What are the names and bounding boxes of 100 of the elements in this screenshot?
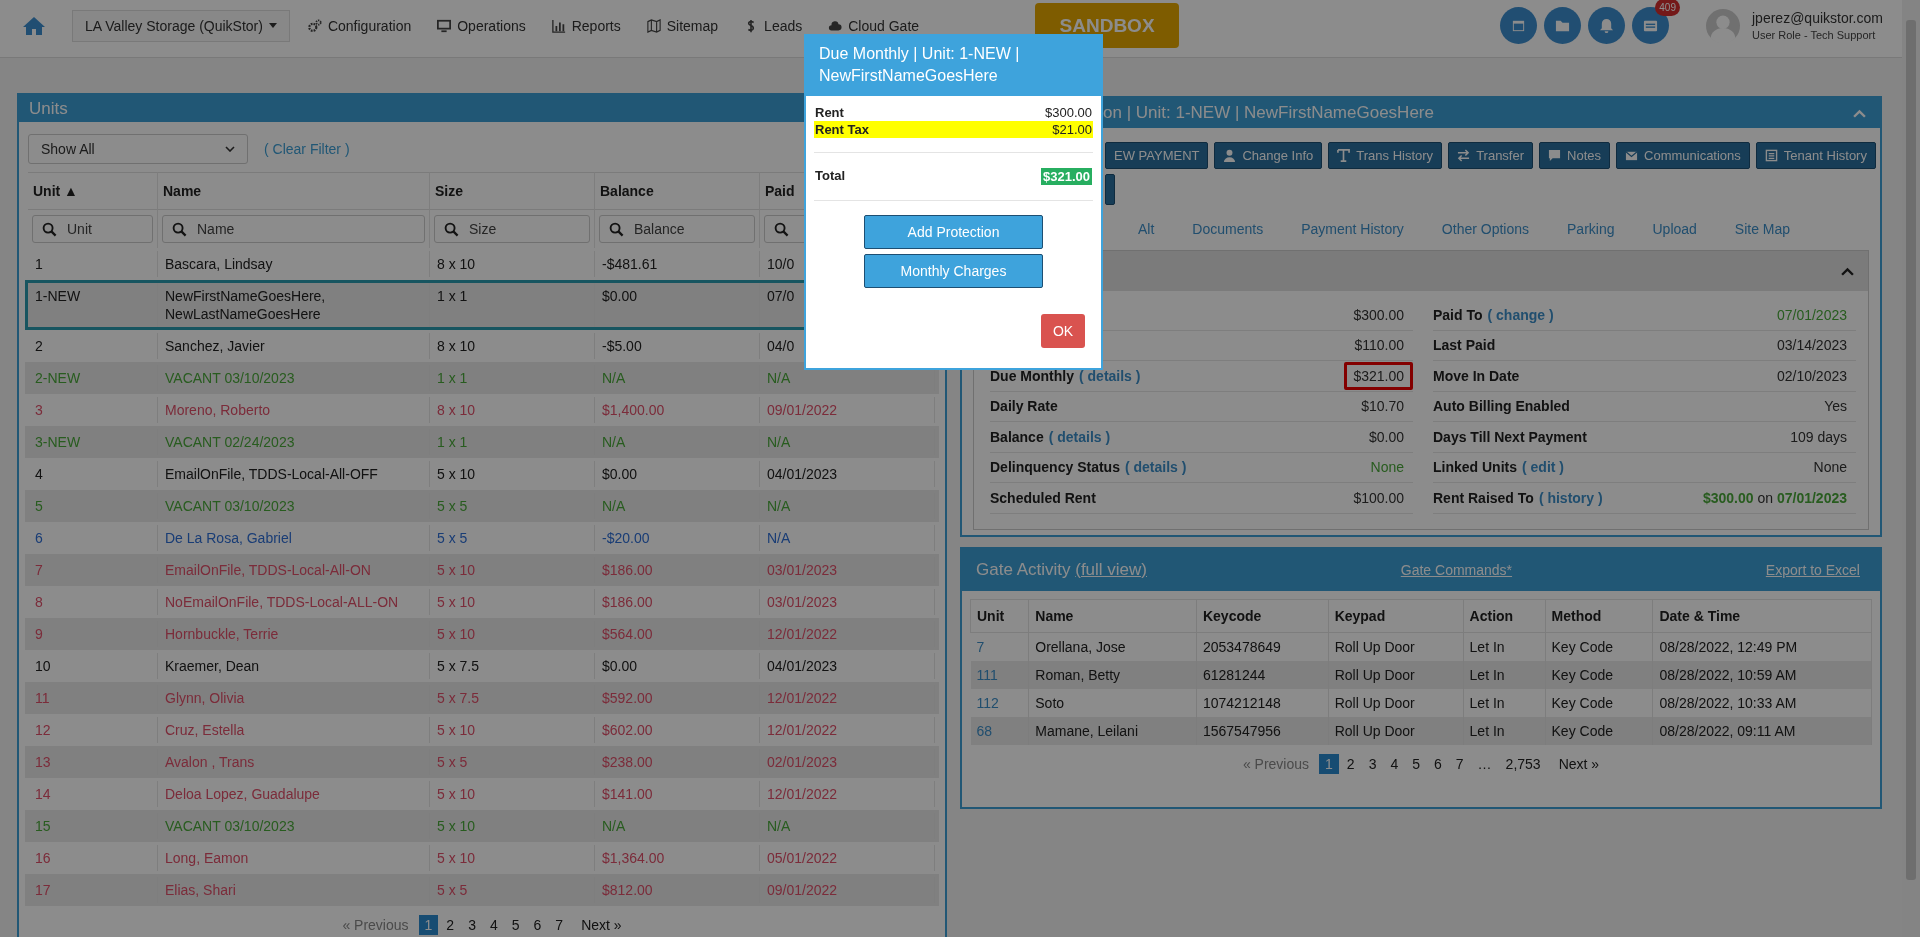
- column-search-field[interactable]: Name: [162, 215, 425, 243]
- action-button[interactable]: EW PAYMENT: [1105, 142, 1209, 169]
- column-search-field[interactable]: Size: [434, 215, 590, 243]
- tab[interactable]: Upload: [1652, 215, 1697, 245]
- unit-link[interactable]: 111: [970, 661, 1029, 689]
- table-cell: Sanchez, Javier: [158, 333, 430, 359]
- gate-commands-link[interactable]: Gate Commands*: [1400, 562, 1513, 578]
- action-button[interactable]: Transfer: [1448, 142, 1534, 169]
- column-search-field[interactable]: Unit: [32, 215, 153, 243]
- unit-row[interactable]: 4 EmailOnFile, TDDS-Local-All-OFF 5 x 10 $0.00 04/01/2023: [25, 458, 939, 490]
- dialog-title: Due Monthly | Unit: 1-NEW | NewFirstNameGoesHere: [806, 36, 1101, 96]
- calendar-button[interactable]: [1500, 7, 1537, 44]
- tab[interactable]: Documents: [1192, 215, 1264, 245]
- dialog-button[interactable]: Monthly Charges: [864, 254, 1043, 288]
- page-link[interactable]: 2: [440, 915, 461, 935]
- column-header[interactable]: Unit ▲: [28, 172, 158, 210]
- page-link[interactable]: 7: [549, 915, 570, 935]
- unit-row[interactable]: 14 Deloa Lopez, Guadalupe 5 x 10 $141.00 12/01/2022: [25, 778, 939, 810]
- tab[interactable]: Alt: [1138, 215, 1155, 245]
- dialog-button[interactable]: Add Protection: [864, 215, 1043, 249]
- ok-button[interactable]: OK: [1041, 314, 1085, 348]
- field-label: Scheduled Rent: [990, 489, 1096, 506]
- details-link[interactable]: ( history ): [1538, 489, 1603, 506]
- user-icon: [1223, 149, 1237, 162]
- unit-row[interactable]: 17 Elias, Shari 5 x 5 $812.00 09/01/2022: [25, 874, 939, 906]
- page-link[interactable]: 5: [505, 915, 526, 935]
- page-link[interactable]: 1: [418, 915, 439, 935]
- unit-row[interactable]: 12 Cruz, Estella 5 x 10 $602.00 12/01/2022: [25, 714, 939, 746]
- table-cell: 10: [28, 653, 158, 679]
- home-icon[interactable]: [22, 15, 46, 36]
- unit-row[interactable]: 9 Hornbuckle, Terrie 5 x 10 $564.00 12/01/2022: [25, 618, 939, 650]
- page-link[interactable]: 1: [1319, 754, 1339, 774]
- unit-row[interactable]: 10 Kraemer, Dean 5 x 7.5 $0.00 04/01/2023: [25, 650, 939, 682]
- page-link[interactable]: 6: [527, 915, 548, 935]
- action-button[interactable]: Tenant History: [1755, 142, 1876, 169]
- next-page-link[interactable]: Next »: [581, 917, 622, 933]
- page-link[interactable]: 3: [462, 915, 482, 935]
- nav-menu-item[interactable]: Configuration: [307, 17, 412, 34]
- unit-row[interactable]: 3-NEW VACANT 02/24/2023 1 x 1 N/A N/A: [25, 426, 939, 458]
- location-dropdown[interactable]: LA Valley Storage (QuikStor): [72, 9, 290, 42]
- unit-row[interactable]: 2-NEW VACANT 03/10/2023 1 x 1 N/A N/A: [25, 362, 939, 394]
- tab[interactable]: Other Options: [1441, 215, 1529, 245]
- table-cell: Let In: [1463, 661, 1546, 689]
- tab[interactable]: Payment History: [1301, 215, 1404, 245]
- page-link[interactable]: 7: [1449, 754, 1470, 774]
- next-page-link[interactable]: Next »: [1558, 756, 1600, 772]
- table-cell: 61281244: [1196, 661, 1329, 689]
- tab[interactable]: Parking: [1567, 215, 1615, 245]
- page-link[interactable]: 2,753: [1499, 754, 1547, 774]
- table-cell: 04/01/2023: [760, 653, 935, 679]
- page-link[interactable]: 2: [1340, 754, 1361, 774]
- details-link[interactable]: ( details ): [1124, 459, 1187, 476]
- page-link[interactable]: 3: [1362, 754, 1383, 774]
- table-cell: 5 x 5: [430, 877, 595, 903]
- avatar-icon[interactable]: [1706, 8, 1740, 43]
- unit-link[interactable]: 68: [970, 717, 1029, 745]
- unit-row[interactable]: 15 VACANT 03/10/2023 5 x 10 N/A N/A: [25, 810, 939, 842]
- details-link[interactable]: ( details ): [1079, 367, 1141, 384]
- nav-menu-item[interactable]: Reports: [551, 17, 621, 34]
- column-header[interactable]: Name: [158, 172, 430, 210]
- unit-row[interactable]: 13 Avalon , Trans 5 x 5 $238.00 02/01/2023: [25, 746, 939, 778]
- folder-button[interactable]: [1544, 7, 1581, 44]
- details-link[interactable]: ( details ): [1048, 428, 1111, 445]
- page-link[interactable]: 4: [483, 915, 504, 935]
- unit-row[interactable]: 7 EmailOnFile, TDDS-Local-All-ON 5 x 10 $186.00 03/01/2023: [25, 554, 939, 586]
- table-cell: 2: [28, 333, 158, 359]
- details-link[interactable]: ( edit ): [1522, 459, 1564, 476]
- unit-row[interactable]: 11 Glynn, Olivia 5 x 7.5 $592.00 12/01/2022: [25, 682, 939, 714]
- collapse-icon[interactable]: [1841, 266, 1854, 276]
- export-link[interactable]: Export to Excel: [1765, 562, 1860, 578]
- tab[interactable]: Site Map: [1734, 215, 1791, 245]
- unit-row[interactable]: 5 VACANT 03/10/2023 5 x 5 N/A N/A: [25, 490, 939, 522]
- action-button[interactable]: Trans History: [1328, 142, 1443, 169]
- column-header[interactable]: Balance: [595, 172, 760, 210]
- action-button[interactable]: Change Info: [1214, 142, 1323, 169]
- nav-menu-item[interactable]: Leads: [744, 17, 803, 34]
- nav-menu-item[interactable]: Cloud Gate: [828, 17, 920, 34]
- details-link[interactable]: ( change ): [1487, 306, 1554, 323]
- table-cell: 6: [28, 525, 158, 551]
- unit-row[interactable]: 8 NoEmailOnFile, TDDS-Local-ALL-ON 5 x 10 $186.00 03/01/2023: [25, 586, 939, 618]
- action-button[interactable]: Communications: [1616, 142, 1750, 169]
- clear-filter-link[interactable]: ( Clear Filter ): [264, 141, 350, 157]
- notifications-button[interactable]: [1588, 7, 1625, 44]
- full-view-link[interactable]: (full view): [1075, 560, 1147, 579]
- charge-label: Rent Tax: [815, 122, 869, 137]
- page-link[interactable]: …: [1471, 754, 1498, 774]
- column-header[interactable]: Size: [430, 172, 595, 210]
- unit-row[interactable]: 16 Long, Eamon 5 x 10 $1,364.00 05/01/2022: [25, 842, 939, 874]
- filter-dropdown[interactable]: Show All: [28, 134, 248, 164]
- column-search-field[interactable]: Balance: [599, 215, 755, 243]
- page-link[interactable]: 5: [1406, 754, 1426, 774]
- nav-menu-item[interactable]: Operations: [437, 17, 526, 34]
- gears-icon: [307, 18, 322, 33]
- page-link[interactable]: 4: [1384, 754, 1405, 774]
- unit-row[interactable]: 6 De La Rosa, Gabriel 5 x 5 -$20.00 N/A: [25, 522, 939, 554]
- unit-row[interactable]: 3 Moreno, Roberto 8 x 10 $1,400.00 09/01/2022: [25, 394, 939, 426]
- action-button[interactable]: Notes: [1539, 142, 1610, 169]
- nav-menu-item[interactable]: Sitemap: [646, 17, 719, 34]
- mail-icon: [1625, 149, 1638, 162]
- page-link[interactable]: 6: [1428, 754, 1448, 774]
